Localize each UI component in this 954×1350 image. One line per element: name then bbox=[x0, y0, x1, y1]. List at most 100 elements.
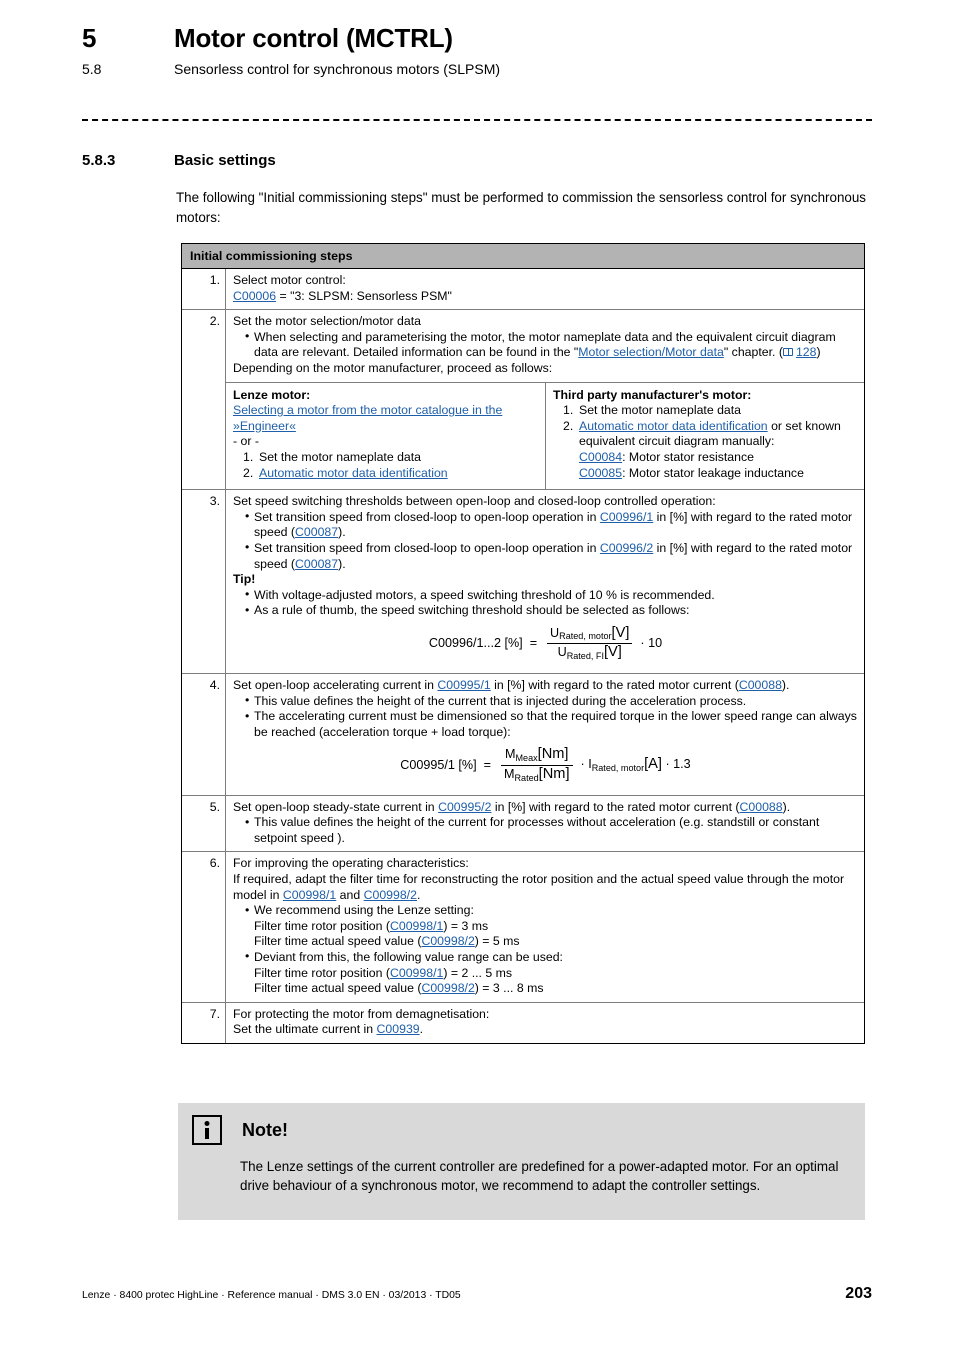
list-item: Set the motor nameplate data bbox=[563, 403, 742, 418]
section-number: 5.8 bbox=[82, 61, 102, 77]
table-row: 6. For improving the operating character… bbox=[182, 851, 864, 1002]
list-item: We recommend using the Lenze setting: Fi… bbox=[245, 903, 858, 950]
step-bullet-list: This value defines the height of the cur… bbox=[233, 815, 858, 846]
bullet-text: " chapter. ( bbox=[723, 345, 783, 360]
parameter-link-c00998-1[interactable]: C00998/1 bbox=[390, 966, 443, 980]
setting-text: Filter time actual speed value ( bbox=[254, 981, 422, 996]
link-automatic-motor-data-identification[interactable]: Automatic motor data identification bbox=[259, 466, 448, 480]
link-automatic-motor-data-identification[interactable]: Automatic motor data identification bbox=[579, 419, 768, 433]
step-line: For protecting the motor from demagnetis… bbox=[233, 1006, 490, 1021]
parameter-link-c00998-1[interactable]: C00998/1 bbox=[390, 919, 443, 933]
formula-symbol: M bbox=[503, 767, 515, 782]
step-line: Depending on the motor manufacturer, pro… bbox=[233, 360, 553, 375]
step-number: 1. bbox=[182, 269, 226, 310]
setting-text: ) = 3 ... 8 ms bbox=[474, 981, 544, 996]
formula-tail: · 10 bbox=[640, 636, 663, 651]
subsection-number: 5.8.3 bbox=[82, 152, 116, 169]
formula-operator: · bbox=[580, 757, 585, 772]
list-item: With voltage-adjusted motors, a speed sw… bbox=[245, 587, 858, 604]
step-number: 2. bbox=[182, 310, 226, 490]
list-item: Automatic motor data identification bbox=[243, 466, 538, 482]
chapter-number: 5 bbox=[82, 23, 97, 53]
parameter-link-c00088[interactable]: C00088 bbox=[740, 800, 783, 814]
parameter-link-c00087[interactable]: C00087 bbox=[295, 557, 338, 571]
parameter-link-c00088[interactable]: C00088 bbox=[739, 678, 782, 692]
step-number: 5. bbox=[182, 795, 226, 852]
step-content: Set the motor selection/motor data When … bbox=[226, 310, 864, 490]
setting-text: ) = 5 ms bbox=[474, 934, 520, 949]
list-item: Automatic motor data identification or s… bbox=[563, 419, 857, 481]
parameter-link-c00996-1[interactable]: C00996/1 bbox=[600, 510, 653, 524]
setting-text: ) = 2 ... 5 ms bbox=[443, 965, 513, 980]
formula-factor: · 1.3 bbox=[665, 757, 691, 772]
step-number: 3. bbox=[182, 490, 226, 674]
note-header: Note! bbox=[178, 1115, 865, 1145]
formula-c00996: C00996/1...2 [%] = URated, motor[V] URat… bbox=[233, 625, 858, 662]
chapter-title: Motor control (MCTRL) bbox=[174, 23, 453, 53]
setting-text: Filter time actual speed value ( bbox=[254, 934, 422, 949]
info-icon-dot bbox=[204, 1121, 210, 1126]
formula-numerator: MMeax[Nm] bbox=[500, 746, 573, 767]
section-title: Sensorless control for synchronous motor… bbox=[174, 61, 501, 77]
tip-bullet-list: With voltage-adjusted motors, a speed sw… bbox=[233, 587, 858, 619]
step-content: Set speed switching thresholds between o… bbox=[226, 490, 864, 673]
parameter-link-c00006[interactable]: C00006 bbox=[233, 289, 276, 303]
list-item: The accelerating current must be dimensi… bbox=[245, 709, 858, 740]
subsection-title: Basic settings bbox=[174, 152, 276, 169]
page-header: 5 Motor control (MCTRL) 5.8 Sensorless c… bbox=[82, 22, 872, 78]
list-item: This value defines the height of the cur… bbox=[245, 693, 858, 710]
lenze-motor-steps: Set the motor nameplate data Automatic m… bbox=[233, 450, 538, 481]
step-line: C00006 = "3: SLPSM: Sensorless PSM" bbox=[233, 289, 858, 305]
step-line: If required, adapt the filter time for r… bbox=[233, 872, 858, 903]
parameter-link-c00998-2[interactable]: C00998/2 bbox=[421, 981, 474, 995]
setting-text: Filter time rotor position ( bbox=[254, 918, 390, 933]
formula-unit: [Nm] bbox=[537, 746, 569, 763]
setting-line: Filter time rotor position (C00998/1) = … bbox=[254, 919, 858, 935]
step-content: For improving the operating characterist… bbox=[226, 852, 864, 1001]
step-number: 7. bbox=[182, 1002, 226, 1043]
info-icon bbox=[192, 1115, 222, 1145]
lenze-motor-title: Lenze motor: bbox=[233, 387, 311, 402]
formula-unit: [Nm] bbox=[538, 766, 570, 783]
parameter-link-c00996-2[interactable]: C00996/2 bbox=[600, 541, 653, 555]
note-title: Note! bbox=[242, 1119, 288, 1140]
step-bullet-list: When selecting and parameterising the mo… bbox=[233, 329, 858, 361]
parameter-link-c00998-2[interactable]: C00998/2 bbox=[364, 888, 417, 902]
formula-denominator: MRated[Nm] bbox=[501, 766, 573, 784]
step-text: Set the ultimate current in bbox=[233, 1022, 377, 1037]
parameter-link-c00995-2[interactable]: C00995/2 bbox=[438, 800, 491, 814]
bullet-text: ). bbox=[338, 525, 346, 540]
table-row: 3. Set speed switching thresholds betwee… bbox=[182, 489, 864, 674]
step-text: Set open-loop accelerating current in bbox=[233, 678, 438, 693]
bullet-text: Set transition speed from closed-loop to… bbox=[254, 509, 600, 524]
parameter-link-c00998-2[interactable]: C00998/2 bbox=[421, 934, 474, 948]
page-footer: Lenze · 8400 protec HighLine · Reference… bbox=[82, 1285, 872, 1303]
chapter-link-motor-selection[interactable]: Motor selection/Motor data bbox=[578, 345, 724, 359]
parameter-link-c00085[interactable]: C00085 bbox=[579, 466, 622, 480]
formula-subscript: Rated, motor bbox=[591, 762, 645, 773]
list-item: Set transition speed from closed-loop to… bbox=[245, 540, 858, 572]
step-line: C00085: Motor stator leakage inductance bbox=[579, 466, 857, 482]
page-number: 203 bbox=[845, 1285, 872, 1302]
commissioning-steps-table: Initial commissioning steps 1. Select mo… bbox=[181, 243, 865, 1044]
link-select-motor-catalogue[interactable]: Selecting a motor from the motor catalog… bbox=[233, 403, 502, 433]
parameter-link-c00084[interactable]: C00084 bbox=[579, 450, 622, 464]
parameter-link-c00998-1[interactable]: C00998/1 bbox=[283, 888, 336, 902]
parameter-link-c00995-1[interactable]: C00995/1 bbox=[437, 678, 490, 692]
parameter-link-c00939[interactable]: C00939 bbox=[377, 1022, 420, 1036]
step-line: C00084: Motor stator resistance bbox=[579, 450, 857, 466]
page-link-128[interactable]: 128 bbox=[796, 345, 817, 359]
table-row: 5. Set open-loop steady-state current in… bbox=[182, 794, 864, 852]
formula-unit: [V] bbox=[603, 644, 622, 661]
setting-text: Filter time rotor position ( bbox=[254, 965, 390, 980]
parameter-link-c00087[interactable]: C00087 bbox=[295, 525, 338, 539]
formula-denominator: URated, FI[V] bbox=[547, 644, 632, 662]
formula-lhs: C00995/1 [%] bbox=[400, 757, 477, 772]
step-content: Select motor control: C00006 = "3: SLPSM… bbox=[226, 269, 864, 309]
table-header: Initial commissioning steps bbox=[182, 244, 864, 269]
setting-line: Filter time rotor position (C00998/1) = … bbox=[254, 966, 858, 982]
formula-lhs: C00996/1...2 [%] bbox=[428, 636, 523, 651]
step-text: . bbox=[416, 887, 421, 902]
formula-symbol: U bbox=[557, 645, 567, 660]
formula-tail: · IRated, motor[A] · 1.3 bbox=[580, 756, 691, 774]
